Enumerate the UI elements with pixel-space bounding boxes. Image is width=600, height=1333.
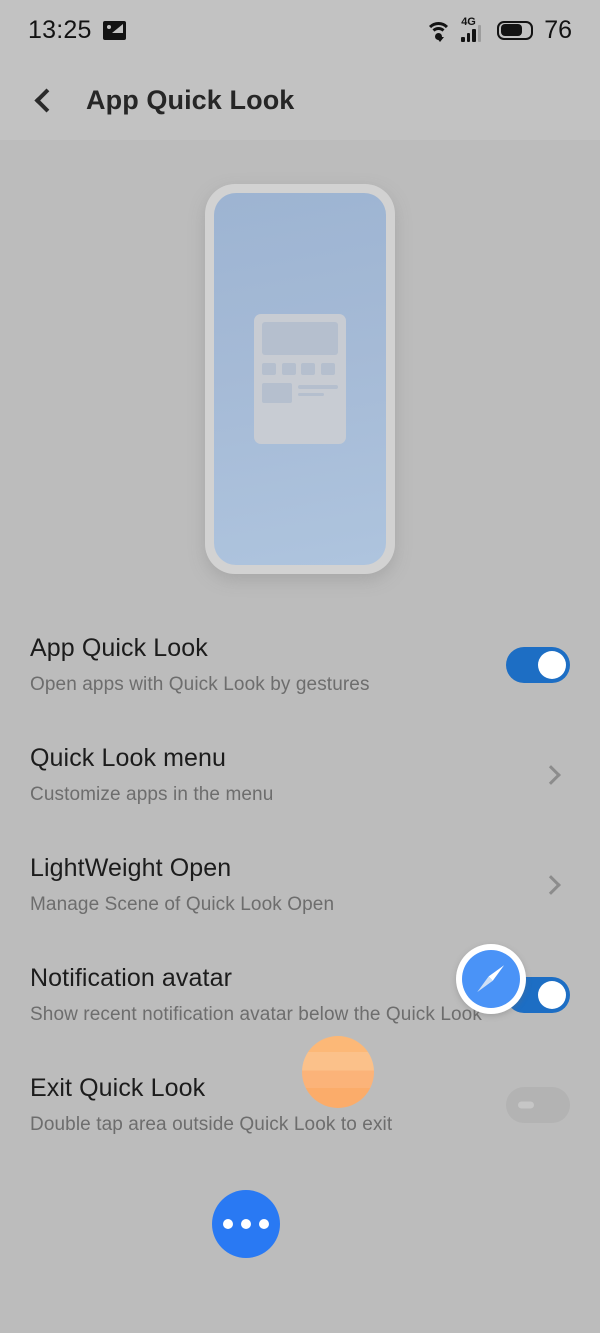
setting-subtitle: Open apps with Quick Look by gestures	[30, 674, 370, 696]
orange-circle-icon[interactable]	[302, 1036, 374, 1108]
content-area: App Quick Look Open apps with Quick Look…	[0, 140, 600, 1333]
setting-subtitle: Customize apps in the menu	[30, 784, 274, 806]
chevron-right-icon	[541, 875, 561, 895]
image-icon	[102, 20, 126, 40]
setting-title: Notification avatar	[30, 964, 232, 992]
battery-level: 76	[544, 15, 572, 44]
quick-look-card	[254, 314, 346, 444]
app-bar: App Quick Look	[0, 60, 600, 140]
setting-title: App Quick Look	[30, 634, 208, 662]
toggle-exit-quick-look[interactable]	[506, 1087, 570, 1123]
card-text-lines	[298, 383, 338, 403]
phone-mockup-screen	[214, 193, 386, 565]
card-content-row	[262, 383, 338, 403]
more-dots-icon[interactable]	[212, 1190, 280, 1258]
phone-mockup	[205, 184, 395, 574]
setting-texts: LightWeight Open Manage Scene of Quick L…	[30, 853, 354, 917]
status-bar-right: 4G 76	[425, 16, 572, 45]
setting-row-app-quick-look[interactable]: App Quick Look Open apps with Quick Look…	[30, 610, 570, 720]
chevron-right-icon	[541, 765, 561, 785]
setting-row-exit-quick-look[interactable]: Exit Quick Look Double tap area outside …	[30, 1050, 570, 1160]
back-chevron-icon	[33, 87, 59, 113]
setting-row-lightweight-open[interactable]: LightWeight Open Manage Scene of Quick L…	[30, 830, 570, 940]
setting-title: LightWeight Open	[30, 854, 232, 882]
card-thumbnail	[262, 383, 292, 403]
back-button[interactable]	[14, 68, 78, 132]
setting-texts: Quick Look menu Customize apps in the me…	[30, 743, 293, 807]
setting-texts: Notification avatar Show recent notifica…	[30, 963, 502, 1027]
toggle-knob	[518, 1101, 534, 1109]
card-header-block	[262, 322, 338, 355]
compass-needle	[475, 963, 507, 995]
battery-icon	[497, 20, 534, 40]
status-bar: 13:25 4G 76	[0, 0, 600, 60]
signal-4g-icon: 4G	[461, 17, 488, 42]
hero-illustration	[0, 140, 600, 610]
page-title: App Quick Look	[86, 84, 295, 115]
setting-title: Quick Look menu	[30, 744, 227, 772]
settings-list: App Quick Look Open apps with Quick Look…	[0, 610, 600, 1160]
wifi-icon	[425, 20, 453, 42]
safari-compass-icon[interactable]	[456, 944, 526, 1014]
status-bar-left: 13:25	[28, 16, 126, 45]
toggle-knob	[538, 651, 566, 679]
setting-row-quick-look-menu[interactable]: Quick Look menu Customize apps in the me…	[30, 720, 570, 830]
toggle-app-quick-look[interactable]	[506, 647, 570, 683]
compass-disc	[462, 950, 520, 1008]
phone-screen: 13:25 4G 76 App Quick Look App Quick Loo…	[0, 0, 600, 1333]
setting-subtitle: Show recent notification avatar below th…	[30, 1004, 482, 1026]
setting-subtitle: Double tap area outside Quick Look to ex…	[30, 1114, 393, 1136]
setting-subtitle: Manage Scene of Quick Look Open	[30, 894, 335, 916]
card-icon-row	[262, 363, 338, 375]
setting-texts: App Quick Look Open apps with Quick Look…	[30, 633, 390, 697]
toggle-knob	[538, 981, 566, 1009]
status-time: 13:25	[28, 15, 92, 44]
